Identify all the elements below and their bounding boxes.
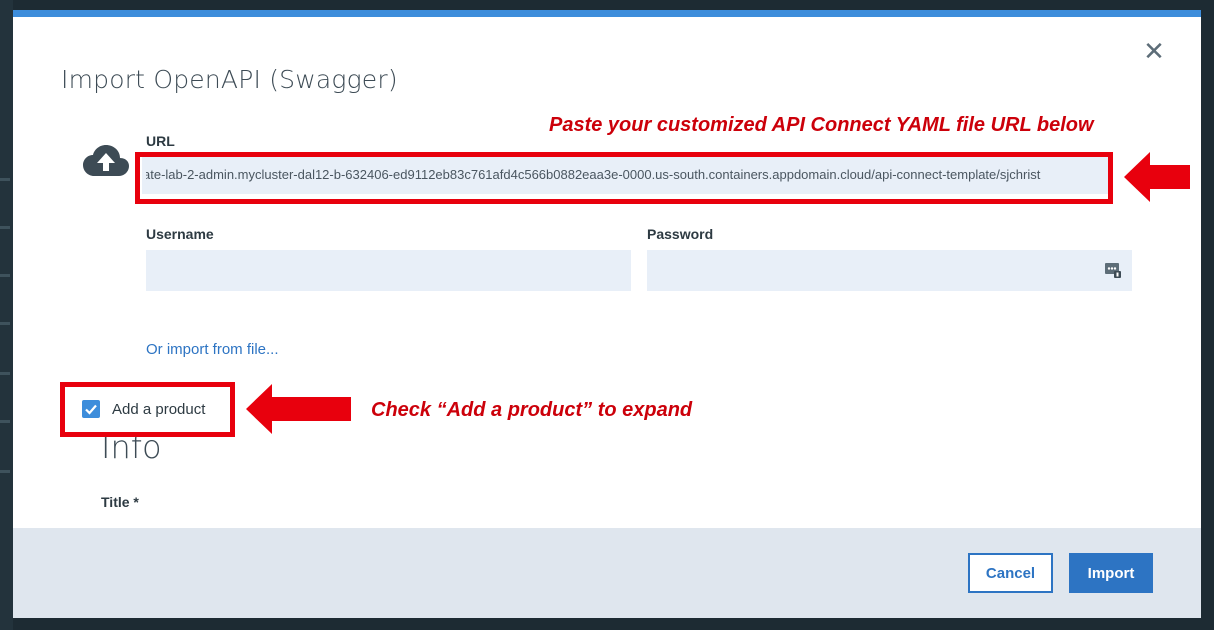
import-button[interactable]: Import [1069,553,1153,593]
password-input[interactable] [647,250,1132,291]
checkbox-highlight-box [60,382,235,437]
url-highlight-box [135,152,1113,204]
modal-accent-bar [13,10,1201,17]
url-label: URL [146,133,175,149]
close-icon[interactable]: ✕ [1141,38,1167,64]
password-label: Password [647,226,714,242]
background-mark [0,470,10,473]
title-field-label: Title * [101,494,139,510]
import-openapi-modal: Import OpenAPI (Swagger) ✕ URL Username … [13,10,1201,618]
background-mark [0,322,10,325]
import-from-file-link[interactable]: Or import from file... [146,341,279,358]
checkbox-arrow-icon [246,384,351,434]
checkbox-annotation-text: Check “Add a product” to expand [371,399,693,421]
background-page [0,0,13,630]
background-mark [0,274,10,277]
url-arrow-icon [1124,152,1190,202]
cloud-upload-icon [83,145,129,176]
background-mark [0,226,10,229]
background-mark [0,420,10,423]
url-annotation-text: Paste your customized API Connect YAML f… [549,114,1094,136]
background-mark [0,178,10,181]
username-label: Username [146,226,214,242]
cancel-button[interactable]: Cancel [968,553,1053,593]
modal-footer: Cancel Import [13,528,1201,618]
password-key-icon[interactable] [1104,261,1122,279]
username-input[interactable] [146,250,631,291]
background-mark [0,372,10,375]
modal-title: Import OpenAPI (Swagger) [61,65,398,94]
